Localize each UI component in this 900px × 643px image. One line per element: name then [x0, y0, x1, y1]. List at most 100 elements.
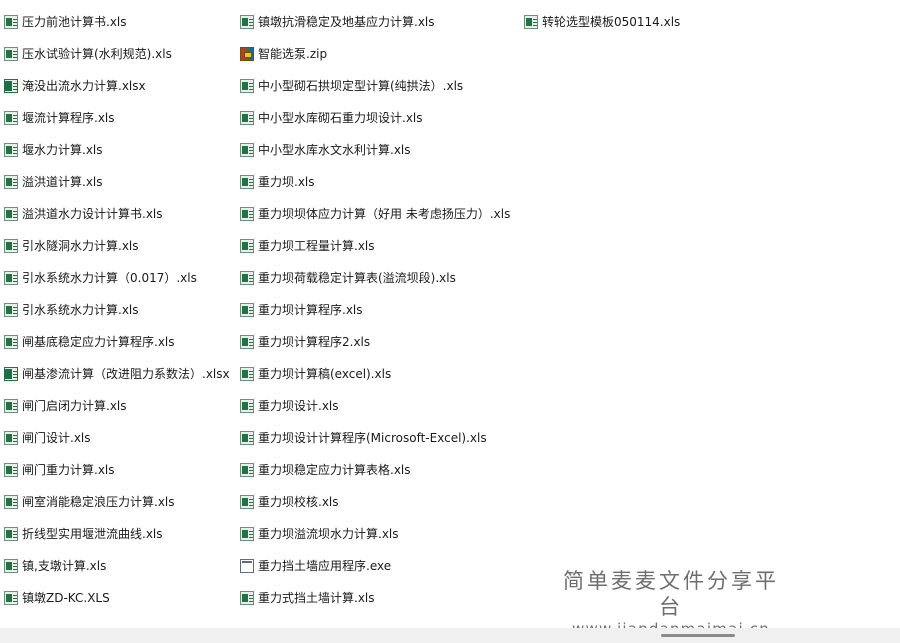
file-name: 淹没出流水力计算.xlsx: [22, 79, 146, 93]
file-item[interactable]: 重力坝坝体应力计算（好用 未考虑扬压力）.xls: [240, 198, 520, 230]
file-name: 重力式挡土墙计算.xls: [258, 591, 375, 605]
file-item[interactable]: 重力挡土墙应用程序.exe: [240, 550, 520, 582]
file-name: 压水试验计算(水利规范).xls: [22, 47, 172, 61]
excel-icon: [4, 143, 18, 157]
horizontal-scrollbar[interactable]: [0, 628, 900, 643]
file-item[interactable]: 溢洪道计算.xls: [4, 166, 232, 198]
watermark-title: 简单麦麦文件分享平台: [563, 569, 779, 619]
excel-icon: [240, 239, 254, 253]
excel-icon: [240, 207, 254, 221]
excel-icon: [4, 495, 18, 509]
file-item[interactable]: 折线型实用堰泄流曲线.xls: [4, 518, 232, 550]
file-name: 引水隧洞水力计算.xls: [22, 239, 139, 253]
file-item[interactable]: 重力坝稳定应力计算表格.xls: [240, 454, 520, 486]
file-item[interactable]: 中小型水库水文水利计算.xls: [240, 134, 520, 166]
file-item[interactable]: 引水系统水力计算（0.017）.xls: [4, 262, 232, 294]
file-name: 闸门启闭力计算.xls: [22, 399, 127, 413]
excel-icon: [4, 527, 18, 541]
file-item[interactable]: 堰水力计算.xls: [4, 134, 232, 166]
file-item[interactable]: 重力坝.xls: [240, 166, 520, 198]
winrar-archive-icon: [240, 47, 254, 61]
file-item[interactable]: 镇墩ZD-KC.XLS: [4, 582, 232, 614]
excel-icon: [240, 335, 254, 349]
file-item[interactable]: 闸门设计.xls: [4, 422, 232, 454]
excel-icon: [240, 495, 254, 509]
file-item[interactable]: 重力坝设计计算程序(Microsoft-Excel).xls: [240, 422, 520, 454]
excel-icon: [240, 431, 254, 445]
file-column-2: 镇墩抗滑稳定及地基应力计算.xls 智能选泵.zip 中小型砌石拱坝定型计算(纯拱法…: [240, 6, 520, 614]
file-name: 重力坝计算稿(excel).xls: [258, 367, 392, 381]
file-name: 溢洪道计算.xls: [22, 175, 103, 189]
excel-icon: [240, 303, 254, 317]
file-item[interactable]: 重力坝工程量计算.xls: [240, 230, 520, 262]
file-item[interactable]: 压水试验计算(水利规范).xls: [4, 38, 232, 70]
file-name: 闸门设计.xls: [22, 431, 91, 445]
excel-icon: [4, 559, 18, 573]
file-name: 堰流计算程序.xls: [22, 111, 115, 125]
excel-icon: [4, 47, 18, 61]
file-item[interactable]: 溢洪道水力设计计算书.xls: [4, 198, 232, 230]
excel-icon: [240, 175, 254, 189]
file-item[interactable]: 闸室消能稳定浪压力计算.xls: [4, 486, 232, 518]
file-item[interactable]: 重力坝计算程序.xls: [240, 294, 520, 326]
file-name: 镇墩ZD-KC.XLS: [22, 591, 110, 605]
file-item[interactable]: 重力坝计算程序2.xls: [240, 326, 520, 358]
excel-icon: [4, 175, 18, 189]
file-name: 引水系统水力计算（0.017）.xls: [22, 271, 197, 285]
file-name: 闸室消能稳定浪压力计算.xls: [22, 495, 175, 509]
file-item[interactable]: 中小型水库砌石重力坝设计.xls: [240, 102, 520, 134]
file-item[interactable]: 堰流计算程序.xls: [4, 102, 232, 134]
file-item[interactable]: 重力坝荷载稳定计算表(溢流坝段).xls: [240, 262, 520, 294]
file-name: 中小型水库水文水利计算.xls: [258, 143, 411, 157]
excel-icon: [240, 271, 254, 285]
excel-xlsx-icon: [4, 79, 18, 93]
excel-icon: [4, 399, 18, 413]
file-name: 重力坝坝体应力计算（好用 未考虑扬压力）.xls: [258, 207, 511, 221]
excel-icon: [240, 463, 254, 477]
file-item[interactable]: 转轮选型模板050114.xls: [524, 6, 724, 38]
file-name: 溢洪道水力设计计算书.xls: [22, 207, 163, 221]
file-name: 重力坝计算程序.xls: [258, 303, 363, 317]
file-name: 重力坝工程量计算.xls: [258, 239, 375, 253]
file-item[interactable]: 引水隧洞水力计算.xls: [4, 230, 232, 262]
scrollbar-thumb[interactable]: [661, 634, 735, 637]
file-item[interactable]: 重力坝计算稿(excel).xls: [240, 358, 520, 390]
file-name: 转轮选型模板050114.xls: [542, 15, 681, 29]
file-name: 镇墩抗滑稳定及地基应力计算.xls: [258, 15, 435, 29]
file-item[interactable]: 重力坝校核.xls: [240, 486, 520, 518]
file-list-pane: 压力前池计算书.xls 压水试验计算(水利规范).xls 淹没出流水力计算.xlsx…: [0, 0, 900, 628]
file-item[interactable]: 重力坝设计.xls: [240, 390, 520, 422]
file-item[interactable]: 闸门重力计算.xls: [4, 454, 232, 486]
file-name: 重力坝设计计算程序(Microsoft-Excel).xls: [258, 431, 487, 445]
excel-icon: [4, 239, 18, 253]
file-item[interactable]: 重力式挡土墙计算.xls: [240, 582, 520, 614]
file-item[interactable]: 闸基底稳定应力计算程序.xls: [4, 326, 232, 358]
file-name: 重力坝稳定应力计算表格.xls: [258, 463, 411, 477]
file-name: 压力前池计算书.xls: [22, 15, 127, 29]
file-item[interactable]: 镇,支墩计算.xls: [4, 550, 232, 582]
file-name: 重力坝.xls: [258, 175, 315, 189]
excel-xlsx-icon: [4, 367, 18, 381]
excel-icon: [240, 79, 254, 93]
file-name: 重力坝校核.xls: [258, 495, 339, 509]
file-name: 闸基底稳定应力计算程序.xls: [22, 335, 175, 349]
file-name: 中小型砌石拱坝定型计算(纯拱法）.xls: [258, 79, 464, 93]
excel-icon: [4, 591, 18, 605]
excel-icon: [240, 143, 254, 157]
excel-icon: [4, 111, 18, 125]
file-item[interactable]: 中小型砌石拱坝定型计算(纯拱法）.xls: [240, 70, 520, 102]
file-item[interactable]: 引水系统水力计算.xls: [4, 294, 232, 326]
file-name: 闸门重力计算.xls: [22, 463, 115, 477]
file-name: 引水系统水力计算.xls: [22, 303, 139, 317]
file-item[interactable]: 智能选泵.zip: [240, 38, 520, 70]
file-item[interactable]: 压力前池计算书.xls: [4, 6, 232, 38]
file-name: 重力坝荷载稳定计算表(溢流坝段).xls: [258, 271, 456, 285]
file-item[interactable]: 重力坝溢流坝水力计算.xls: [240, 518, 520, 550]
file-item[interactable]: 闸门启闭力计算.xls: [4, 390, 232, 422]
file-name: 镇,支墩计算.xls: [22, 559, 107, 573]
file-name: 重力坝计算程序2.xls: [258, 335, 371, 349]
file-item[interactable]: 淹没出流水力计算.xlsx: [4, 70, 232, 102]
excel-icon: [4, 15, 18, 29]
file-item[interactable]: 镇墩抗滑稳定及地基应力计算.xls: [240, 6, 520, 38]
file-item[interactable]: 闸基渗流计算（改进阻力系数法）.xlsx: [4, 358, 232, 390]
